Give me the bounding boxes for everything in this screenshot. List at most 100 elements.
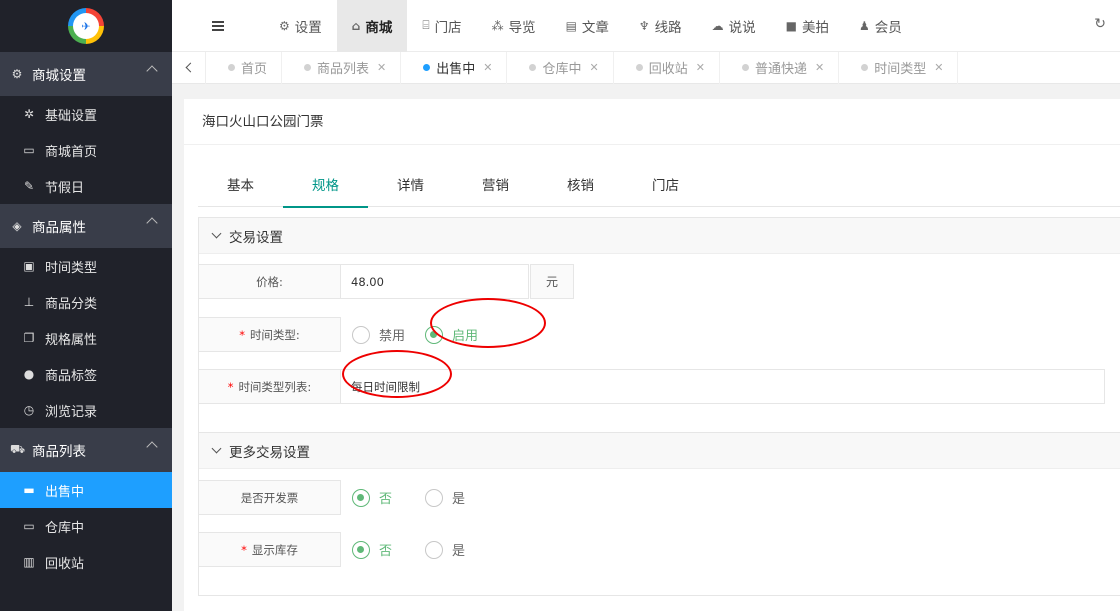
top-nav-posts[interactable]: ☁ 说说 xyxy=(697,0,771,52)
main-content: 海口火山口公园门票 基本 规格 详情 营销 核销 门店 交易设置 价格: 48.… xyxy=(172,85,1120,611)
tab-dot xyxy=(228,64,235,71)
time-type-list-value[interactable]: 每日时间限制 xyxy=(341,369,1105,404)
sidebar-item-time-type[interactable]: ▣ 时间类型 xyxy=(0,248,172,284)
chevron-down-icon xyxy=(211,228,222,239)
form-tabs: 基本 规格 详情 营销 核销 门店 xyxy=(198,165,1120,208)
ball-icon: ● xyxy=(23,367,35,381)
invoice-yes-radio[interactable]: 是 xyxy=(425,480,487,515)
sidebar: ✈ ⚙ 商城设置 ✲ 基础设置 ▭ 商城首页 ✎ 节假日 ◈ 商品属性 ▣ 时间… xyxy=(0,0,172,611)
more-settings-header[interactable]: 更多交易设置 xyxy=(199,433,1120,469)
sidebar-item-label: 商城首页 xyxy=(45,144,98,160)
sidebar-item-on-sale[interactable]: ▬ 出售中 xyxy=(0,472,172,508)
close-icon[interactable]: ✕ xyxy=(934,61,943,74)
battery-icon: ▭ xyxy=(23,519,35,533)
radio-circle-icon xyxy=(425,488,443,507)
user-icon: ♟ xyxy=(859,18,870,33)
sidebar-item-spec-attributes[interactable]: ❐ 规格属性 xyxy=(0,320,172,356)
product-edit-card: 海口火山口公园门票 基本 规格 详情 营销 核销 门店 交易设置 价格: 48.… xyxy=(184,99,1120,611)
chevron-down-icon xyxy=(211,443,222,454)
tabs-scroll-left-button[interactable] xyxy=(172,51,206,84)
page-tabs: 首页 商品列表 ✕ 出售中 ✕ 仓库中 ✕ 回收站 ✕ 普通快递 ✕ 时间类型 ✕ xyxy=(172,51,1120,84)
top-nav-stores[interactable]: ⌸ 门店 xyxy=(407,0,476,52)
page-tab-express[interactable]: 普通快递 ✕ xyxy=(720,51,840,84)
gear-icon: ✲ xyxy=(23,107,35,121)
price-input[interactable]: 48.00 xyxy=(341,264,529,299)
chevron-up-icon xyxy=(146,65,158,77)
pagelines-icon: ♆ xyxy=(638,18,650,33)
radio-label: 否 xyxy=(379,544,393,559)
top-nav-members[interactable]: ♟ 会员 xyxy=(844,0,917,52)
video-icon: ■ xyxy=(785,18,798,33)
app-logo[interactable]: ✈ xyxy=(68,8,104,44)
sidebar-item-label: 商品标签 xyxy=(45,368,98,384)
tab-basic[interactable]: 基本 xyxy=(198,165,283,206)
time-type-disabled-radio[interactable]: 禁用 xyxy=(352,317,414,352)
sidebar-item-label: 时间类型 xyxy=(45,260,98,276)
invoice-no-radio[interactable]: 否 xyxy=(352,480,414,515)
clone-icon: ❐ xyxy=(23,331,35,345)
sidebar-item-category[interactable]: ⊥ 商品分类 xyxy=(0,284,172,320)
top-nav-label: 导览 xyxy=(508,19,536,36)
top-nav-settings[interactable]: ⚙ 设置 xyxy=(264,0,337,52)
sidebar-group-label: 商品列表 xyxy=(32,444,86,460)
refresh-icon[interactable]: ↻ xyxy=(1094,16,1106,32)
tab-stores[interactable]: 门店 xyxy=(623,165,708,206)
page-tab-warehouse[interactable]: 仓库中 ✕ xyxy=(507,51,614,84)
sidebar-item-recycle-bin[interactable]: ▥ 回收站 xyxy=(0,544,172,580)
tab-verification[interactable]: 核销 xyxy=(538,165,623,206)
radio-circle-icon xyxy=(352,325,370,344)
top-nav-label: 会员 xyxy=(874,19,902,36)
trade-settings-header[interactable]: 交易设置 xyxy=(199,218,1120,254)
close-icon[interactable]: ✕ xyxy=(696,61,705,74)
sidebar-item-in-warehouse[interactable]: ▭ 仓库中 xyxy=(0,508,172,544)
sidebar-item-basic-settings[interactable]: ✲ 基础设置 xyxy=(0,96,172,132)
sidebar-group-product-list[interactable]: ⛟ 商品列表 xyxy=(0,428,172,472)
annotation-ellipse xyxy=(430,298,546,348)
price-row: 价格: 48.00 元 xyxy=(198,264,574,299)
sidebar-item-label: 出售中 xyxy=(45,484,85,500)
sidebar-item-mall-home[interactable]: ▭ 商城首页 xyxy=(0,132,172,168)
bank-icon: ⌸ xyxy=(422,18,430,32)
sidebar-item-holidays[interactable]: ✎ 节假日 xyxy=(0,168,172,204)
stock-no-radio[interactable]: 否 xyxy=(352,532,414,567)
top-nav-articles[interactable]: ▤ 文章 xyxy=(551,0,624,52)
tab-details[interactable]: 详情 xyxy=(368,165,453,206)
battery-full-icon: ▬ xyxy=(23,483,35,497)
sidebar-item-tags[interactable]: ● 商品标签 xyxy=(0,356,172,392)
page-tab-time-type[interactable]: 时间类型 ✕ xyxy=(839,51,959,84)
page-tab-product-list[interactable]: 商品列表 ✕ xyxy=(282,51,402,84)
radio-label: 否 xyxy=(379,492,393,507)
sidebar-group-product-attributes[interactable]: ◈ 商品属性 xyxy=(0,204,172,248)
top-nav-label: 门店 xyxy=(434,19,462,36)
sidebar-group-label: 商品属性 xyxy=(32,220,86,236)
tab-label: 仓库中 xyxy=(542,62,582,77)
menu-toggle-icon[interactable] xyxy=(172,0,264,52)
tab-label: 商品列表 xyxy=(317,62,370,77)
top-nav-guide[interactable]: ⁂ 导览 xyxy=(477,0,551,52)
top-nav-routes[interactable]: ♆ 线路 xyxy=(624,0,697,52)
tab-label: 时间类型 xyxy=(874,62,927,77)
tab-label: 首页 xyxy=(241,62,268,77)
close-icon[interactable]: ✕ xyxy=(377,61,386,74)
sidebar-group-mall-settings[interactable]: ⚙ 商城设置 xyxy=(0,52,172,96)
newspaper-icon: ▤ xyxy=(565,18,577,33)
sidebar-item-label: 规格属性 xyxy=(45,332,98,348)
close-icon[interactable]: ✕ xyxy=(815,61,824,74)
radio-checked-icon xyxy=(352,488,370,507)
top-nav-mall[interactable]: ⌂ 商城 xyxy=(336,0,408,52)
invoice-row: 是否开发票 否 是 xyxy=(198,480,487,515)
stock-yes-radio[interactable]: 是 xyxy=(425,532,487,567)
tab-spec[interactable]: 规格 xyxy=(283,165,368,208)
page-tab-recycle[interactable]: 回收站 ✕ xyxy=(614,51,720,84)
logo-area: ✈ xyxy=(0,0,172,52)
close-icon[interactable]: ✕ xyxy=(590,61,599,74)
page-tab-home[interactable]: 首页 xyxy=(206,51,283,84)
tab-marketing[interactable]: 营销 xyxy=(453,165,538,206)
top-nav-photos[interactable]: ■ 美拍 xyxy=(771,0,844,52)
close-icon[interactable]: ✕ xyxy=(483,61,492,74)
sidebar-item-browse-history[interactable]: ◷ 浏览记录 xyxy=(0,392,172,428)
show-stock-row: * 显示库存 否 是 xyxy=(198,532,487,567)
page-tab-on-sale[interactable]: 出售中 ✕ xyxy=(401,51,508,84)
tab-dot xyxy=(423,64,431,71)
radio-label: 是 xyxy=(452,492,466,507)
